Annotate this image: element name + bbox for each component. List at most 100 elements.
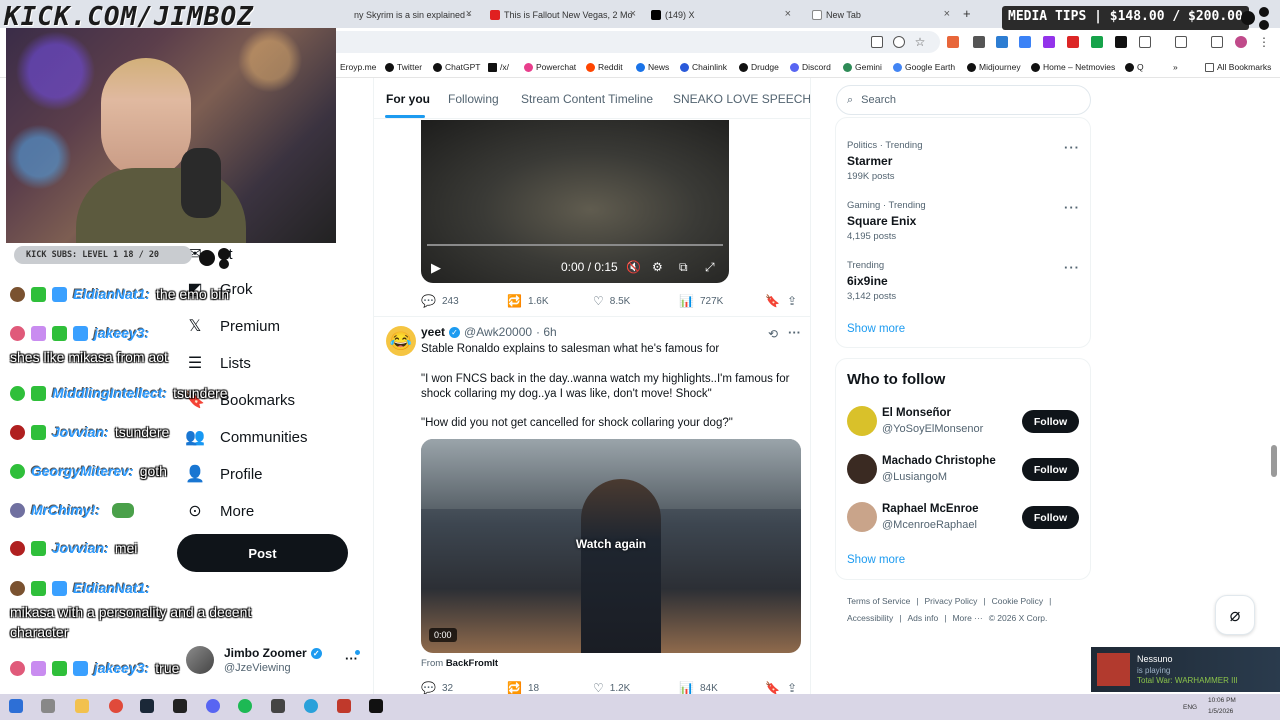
sidebar-item-profile[interactable]: 👤 Profile (185, 465, 262, 484)
bookmark-powerchat[interactable]: Powerchat (524, 62, 576, 72)
file-explorer-icon[interactable] (75, 699, 89, 713)
like-button[interactable]: ♡ 1.2K (593, 681, 630, 694)
avatar[interactable] (847, 406, 877, 436)
bookmark-google-earth[interactable]: Google Earth (893, 62, 955, 72)
trends-show-more-link[interactable]: Show more (847, 323, 905, 335)
browser-tab-x[interactable]: (149) X × (645, 4, 797, 26)
avatar[interactable] (186, 646, 214, 674)
video-player[interactable]: ▶ 0:00 / 0:15 🔇 ⚙ ⧉ ⤢ (421, 120, 729, 283)
extension-icon[interactable] (973, 36, 985, 48)
suggestion-name[interactable]: El Monseñor (882, 407, 951, 419)
bookmark-eroyp[interactable]: Eroyp.me (340, 62, 376, 72)
windows-start-icon[interactable] (9, 699, 23, 713)
new-tab-button[interactable]: + (963, 6, 971, 21)
sidebar-item-premium[interactable]: 𝕏 Premium (186, 317, 280, 336)
zoom-icon[interactable] (893, 36, 905, 48)
bookmark-button[interactable]: 🔖 (765, 681, 780, 694)
extension-icon[interactable] (1067, 36, 1079, 48)
browser-tab-newtab[interactable]: New Tab × (806, 4, 956, 26)
menu-icon[interactable]: ⋮ (1258, 36, 1270, 48)
downloads-icon[interactable] (1211, 36, 1223, 48)
extension-icon[interactable] (947, 36, 959, 48)
bookmark-netmovies[interactable]: Home – Netmovies (1031, 62, 1115, 72)
follow-button[interactable]: Follow (1022, 458, 1079, 481)
terms-link[interactable]: Terms of Service (847, 596, 910, 606)
telegram-icon[interactable] (304, 699, 318, 713)
account-switcher[interactable]: Jimbo Zoomer ✓ (224, 646, 322, 660)
bookmarks-overflow-icon[interactable]: » (1173, 62, 1178, 72)
avatar[interactable] (847, 454, 877, 484)
settings-icon[interactable]: ⚙ (652, 260, 663, 274)
tab-close-icon[interactable]: × (466, 8, 472, 20)
picture-in-picture-icon[interactable]: ⧉ (679, 260, 688, 275)
avatar[interactable] (1235, 36, 1247, 48)
tab-following[interactable]: Following (448, 92, 499, 106)
bookmark-drudge[interactable]: Drudge (739, 62, 779, 72)
obs-icon[interactable] (173, 699, 187, 713)
bookmark-button[interactable]: 🔖 (765, 294, 780, 308)
reply-button[interactable]: 💬 32 (421, 681, 453, 694)
suggestion-name[interactable]: Machado Christophe (882, 455, 996, 467)
app-icon[interactable] (271, 699, 285, 713)
address-bar[interactable] (300, 31, 940, 53)
sidebar-item-communities[interactable]: 👥 Communities (185, 428, 307, 447)
tweet-author-handle[interactable]: @Awk20000 (464, 325, 532, 339)
tweet-author-name[interactable]: yeet (421, 325, 445, 339)
discord-icon[interactable] (206, 699, 220, 713)
chrome-icon[interactable] (109, 699, 123, 713)
watch-again-button[interactable]: Watch again (421, 537, 801, 551)
x-app-icon[interactable] (369, 699, 383, 713)
avatar[interactable] (847, 502, 877, 532)
extension-icon[interactable] (1091, 36, 1103, 48)
follow-button[interactable]: Follow (1022, 506, 1079, 529)
sidebar-item-more[interactable]: ⊙ More (186, 502, 254, 521)
tweet-timestamp[interactable]: · 6h (536, 325, 557, 339)
bookmark-x-board[interactable]: /x/ (488, 62, 509, 72)
bookmark-q[interactable]: Q (1125, 62, 1144, 72)
reply-button[interactable]: 💬 243 (421, 294, 459, 308)
extension-icon[interactable] (1043, 36, 1055, 48)
play-icon[interactable]: ▶ (431, 260, 441, 276)
like-button[interactable]: ♡ 8.5K (593, 294, 630, 308)
share-button[interactable]: ⇪ (787, 294, 797, 308)
post-button[interactable]: Post (177, 534, 348, 572)
trend-more-icon[interactable]: ··· (1064, 200, 1080, 215)
cookie-link[interactable]: Cookie Policy (992, 596, 1044, 606)
tab-close-icon[interactable]: × (944, 8, 950, 20)
bookmark-discord[interactable]: Discord (790, 62, 831, 72)
extension-icon[interactable] (996, 36, 1008, 48)
page-scrollbar[interactable] (1271, 445, 1277, 477)
all-bookmarks[interactable]: All Bookmarks (1205, 62, 1271, 72)
video-source-link[interactable]: BackFromIt (446, 658, 498, 669)
bookmark-reddit[interactable]: Reddit (586, 62, 623, 72)
tweet-more-icon[interactable]: ··· (788, 325, 801, 340)
bookmark-midjourney[interactable]: Midjourney (967, 62, 1021, 72)
privacy-link[interactable]: Privacy Policy (925, 596, 978, 606)
cast-icon[interactable] (871, 36, 883, 48)
tab-close-icon[interactable]: × (785, 8, 791, 20)
x-extension-icon[interactable] (1115, 36, 1127, 48)
bookmark-news[interactable]: News (636, 62, 669, 72)
footer-more-link[interactable]: More ··· (952, 613, 982, 623)
views-button[interactable]: 📊 727K (679, 294, 723, 308)
tab-sneako-love-speech[interactable]: SNEAKO LOVE SPEECH (673, 92, 810, 106)
repost-button[interactable]: 🔁 1.6K (507, 294, 549, 308)
trend-name[interactable]: 6ix9ine (847, 274, 888, 288)
grok-analyze-icon[interactable]: ⟲ (768, 327, 778, 341)
bookmark-chainlink[interactable]: Chainlink (680, 62, 727, 72)
puzzle-icon[interactable] (1139, 36, 1151, 48)
ads-info-link[interactable]: Ads info (908, 613, 939, 623)
browser-tab-skyrim[interactable]: ny Skyrim is a sin explained - × (348, 4, 478, 26)
extension-icon[interactable] (1019, 36, 1031, 48)
follow-show-more-link[interactable]: Show more (847, 554, 905, 566)
views-button[interactable]: 📊 84K (679, 681, 718, 694)
steam-notification[interactable]: Nessuno is playing Total War: WARHAMMER … (1091, 647, 1280, 692)
search-input[interactable]: ⌕ Search (836, 85, 1091, 115)
clock-date[interactable]: 1/5/2026 (1208, 708, 1233, 715)
avatar[interactable]: 😂 (386, 326, 416, 356)
accessibility-link[interactable]: Accessibility (847, 613, 893, 623)
fullscreen-icon[interactable]: ⤢ (705, 260, 715, 275)
follow-button[interactable]: Follow (1022, 410, 1079, 433)
mute-icon[interactable]: 🔇 (626, 260, 641, 274)
trend-name[interactable]: Starmer (847, 154, 892, 168)
